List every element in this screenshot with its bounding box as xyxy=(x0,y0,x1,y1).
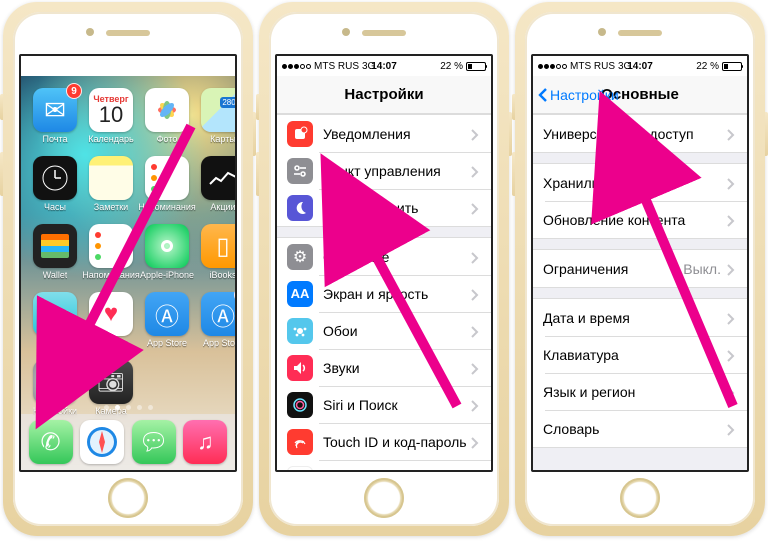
navbar: Настройки xyxy=(277,76,491,114)
settings-screen: MTS RUS 3G 14:07 22 % Настройки Уведомле… xyxy=(275,54,493,472)
general-screen: MTS RUS 3G 14:07 22 % Настройки Основные… xyxy=(531,54,749,472)
home-screen: MTS RUS 3G 14:07 22 % ✉︎9Почта Четверг10… xyxy=(19,54,237,472)
app-videos[interactable]: ▰Видео xyxy=(27,292,83,358)
status-bar: MTS RUS 3G 14:07 22 % xyxy=(533,56,747,76)
navbar: Настройки Основные xyxy=(533,76,747,114)
row-language[interactable]: Язык и регион xyxy=(533,373,747,410)
battery-icon xyxy=(466,62,486,71)
home-button[interactable] xyxy=(364,478,404,518)
restrictions-value: Выкл. xyxy=(683,261,721,277)
control-center-icon xyxy=(287,158,313,184)
dock: ✆ 💬︎ ♫ xyxy=(21,414,235,470)
app-appstore2[interactable]: Ⓐ2App Store xyxy=(195,292,237,358)
app-mail[interactable]: ✉︎9Почта xyxy=(27,88,83,154)
battery-icon xyxy=(210,62,230,71)
badge-mail: 9 xyxy=(66,83,82,99)
notifications-icon xyxy=(287,121,313,147)
status-carrier: MTS RUS xyxy=(58,61,103,72)
row-restrictions[interactable]: ОграниченияВыкл. xyxy=(533,250,747,287)
chevron-right-icon xyxy=(471,128,479,140)
app-maps[interactable]: 280Карты xyxy=(195,88,237,154)
row-sos[interactable]: SOSЭкстренный вызов — SOS xyxy=(277,460,491,470)
app-appstore[interactable]: ⒶApp Store xyxy=(139,292,195,358)
app-calendar[interactable]: Четверг10Календарь xyxy=(83,88,139,154)
dock-phone[interactable]: ✆ xyxy=(29,420,73,464)
phone-icon: ✆ xyxy=(41,428,61,457)
app-photos[interactable]: Фото xyxy=(139,88,195,154)
app-clock[interactable]: Часы xyxy=(27,156,83,222)
display-icon: AA xyxy=(287,281,313,307)
app-wallet[interactable]: Wallet xyxy=(27,224,83,290)
row-accessibility[interactable]: Универсальный доступ xyxy=(533,115,747,152)
row-keyboard[interactable]: Клавиатура xyxy=(533,336,747,373)
row-control-center[interactable]: Пункт управления xyxy=(277,152,491,189)
phone-frame-3: MTS RUS 3G 14:07 22 % Настройки Основные… xyxy=(515,2,765,536)
home-button[interactable] xyxy=(108,478,148,518)
sounds-icon xyxy=(287,355,313,381)
siri-icon xyxy=(287,392,313,418)
dock-messages[interactable]: 💬︎ xyxy=(132,420,176,464)
row-display[interactable]: AAЭкран и яркость xyxy=(277,275,491,312)
app-health[interactable]: ♥Дом xyxy=(83,292,139,358)
battery-icon xyxy=(722,62,742,71)
wallpaper-icon xyxy=(287,318,313,344)
row-general[interactable]: ⚙Основные xyxy=(277,238,491,275)
compass-icon xyxy=(85,425,119,459)
row-dnd[interactable]: Не беспокоить xyxy=(277,189,491,226)
status-battery-pct: 22 % xyxy=(184,61,207,72)
status-bar: MTS RUS 3G 14:07 22 % xyxy=(277,56,491,76)
app-news[interactable]: Напоминания xyxy=(83,224,139,290)
phone-frame-1: MTS RUS 3G 14:07 22 % ✉︎9Почта Четверг10… xyxy=(3,2,253,536)
app-find-iphone[interactable]: Apple-iPhone xyxy=(139,224,195,290)
row-background-refresh[interactable]: Обновление контента xyxy=(533,201,747,238)
chevron-left-icon xyxy=(537,87,549,103)
row-notifications[interactable]: Уведомления xyxy=(277,115,491,152)
bubble-icon: 💬︎ xyxy=(139,428,169,457)
app-stocks[interactable]: Акции xyxy=(195,156,237,222)
fingerprint-icon xyxy=(287,429,313,455)
row-dictionary[interactable]: Словарь xyxy=(533,410,747,447)
gear-icon: ⚙ xyxy=(43,367,66,398)
status-bar: MTS RUS 3G 14:07 22 % xyxy=(21,56,235,76)
app-reminders[interactable]: Напоминания xyxy=(139,156,195,222)
status-time: 14:07 xyxy=(115,61,141,72)
back-button[interactable]: Настройки xyxy=(537,87,619,103)
dock-music[interactable]: ♫ xyxy=(183,420,227,464)
page-title: Настройки xyxy=(344,86,423,103)
app-ibooks[interactable]: ▯iBooks xyxy=(195,224,237,290)
row-touchid[interactable]: Touch ID и код-пароль xyxy=(277,423,491,460)
chevron-right-icon xyxy=(727,128,735,140)
row-datetime[interactable]: Дата и время xyxy=(533,299,747,336)
row-siri[interactable]: Siri и Поиск xyxy=(277,386,491,423)
music-icon: ♫ xyxy=(197,429,214,455)
row-sounds[interactable]: Звуки xyxy=(277,349,491,386)
page-dots[interactable] xyxy=(21,405,235,410)
camera-icon: 📷︎ xyxy=(97,369,125,395)
row-storage[interactable]: Хранилище iPhone xyxy=(533,164,747,201)
moon-icon xyxy=(287,195,313,221)
sos-icon: SOS xyxy=(287,466,313,471)
gear-icon: ⚙ xyxy=(287,244,313,270)
row-wallpaper[interactable]: Обои xyxy=(277,312,491,349)
dock-safari[interactable] xyxy=(80,420,124,464)
home-button[interactable] xyxy=(620,478,660,518)
phone-frame-2: MTS RUS 3G 14:07 22 % Настройки Уведомле… xyxy=(259,2,509,536)
app-notes[interactable]: Заметки xyxy=(83,156,139,222)
